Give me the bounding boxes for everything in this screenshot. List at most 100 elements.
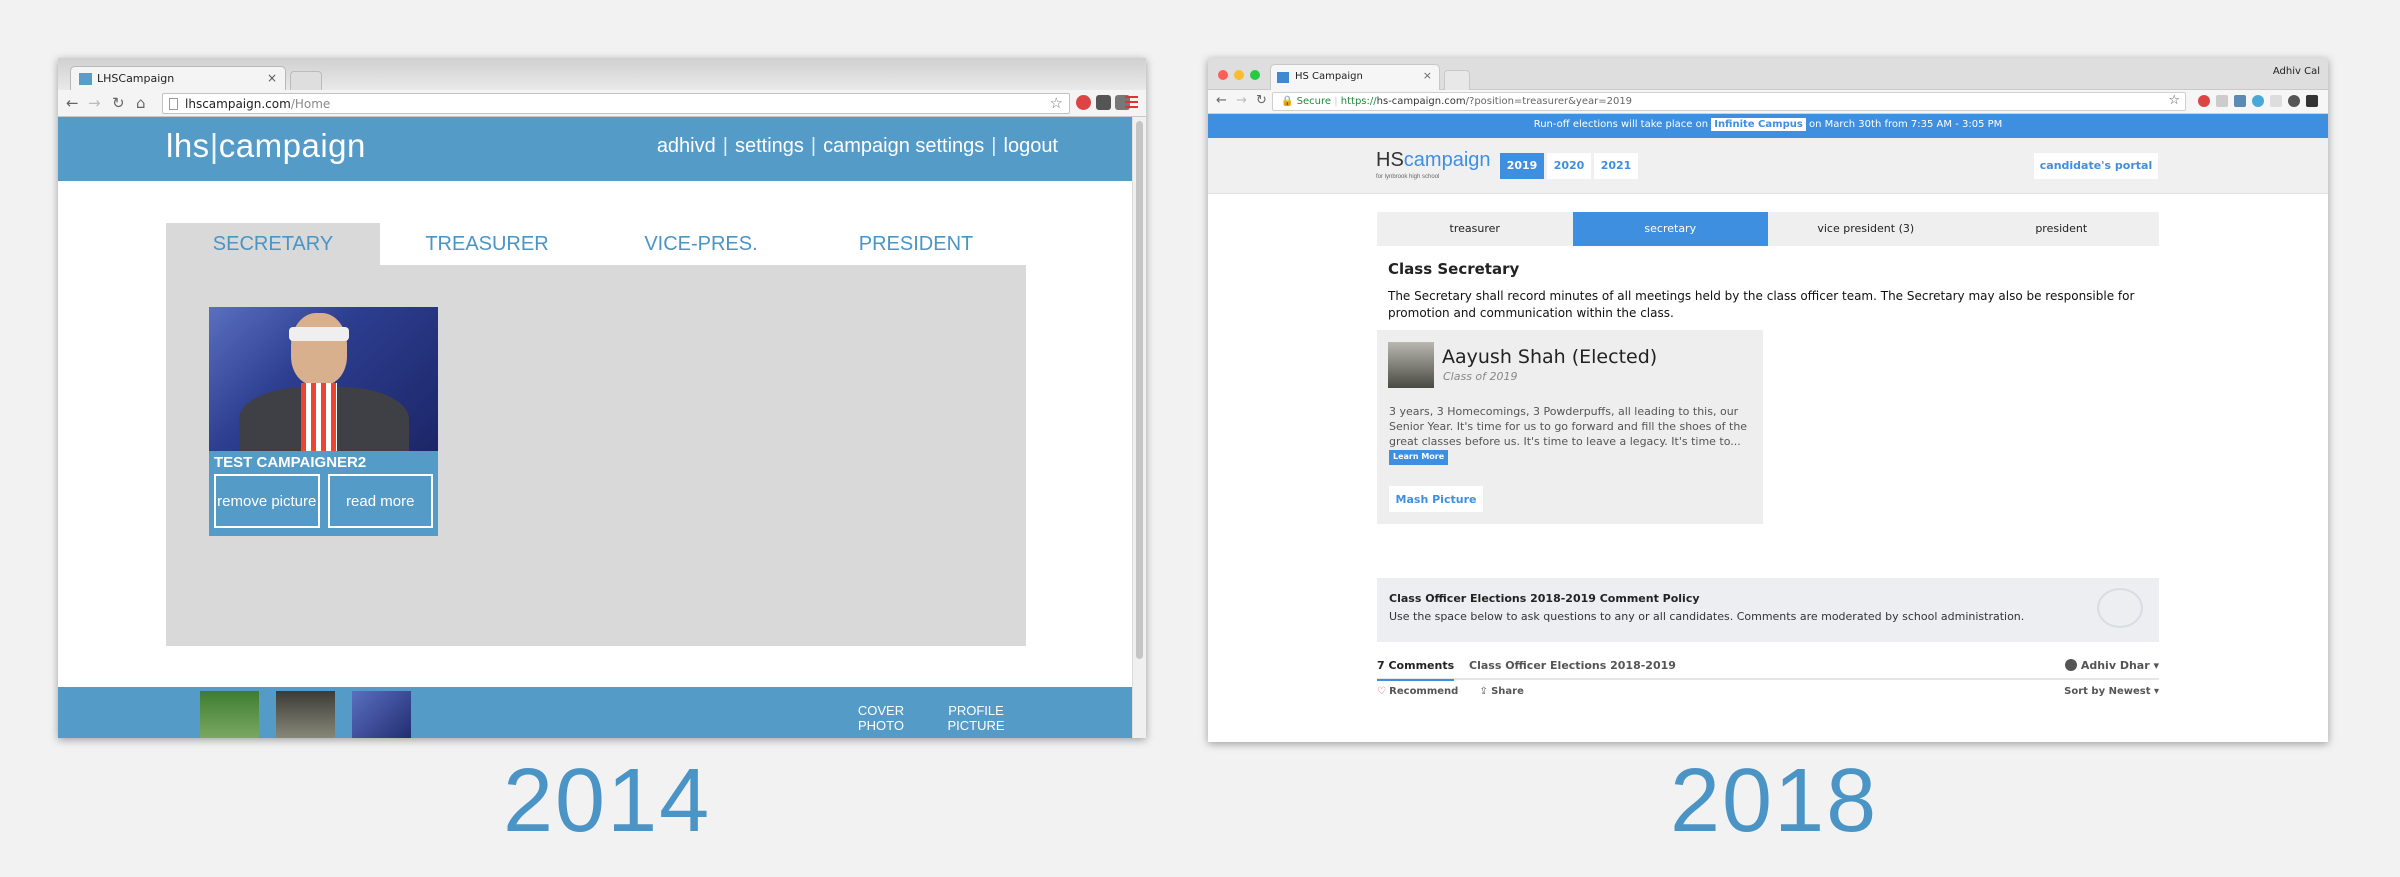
photo-popcorn <box>301 383 337 451</box>
favicon-icon <box>79 73 92 85</box>
site-header: lhs|campaign adhivd | settings | campaign se… <box>58 117 1132 181</box>
position-tabs: SECRETARY TREASURER VICE-PRES. PRESIDENT <box>166 223 1028 265</box>
forward-arrow-icon[interactable]: → <box>88 94 101 112</box>
thumbnail-photo[interactable] <box>200 691 259 738</box>
reload-icon[interactable]: ↻ <box>1256 93 1267 108</box>
extension-icon[interactable] <box>2234 95 2246 107</box>
extension-icon[interactable] <box>2306 95 2318 107</box>
candidate-photo <box>209 307 438 451</box>
browser-toolbar: ← → ↻ ⌂ lhscampaign.com/Home ☆ <box>58 90 1146 117</box>
close-tab-icon[interactable]: × <box>1423 69 1432 82</box>
browser-window-2014: LHSCampaign × ← → ↻ ⌂ lhscampaign.com/Ho… <box>58 58 1146 738</box>
read-more-button[interactable]: read more <box>327 474 433 528</box>
scrollbar-thumb[interactable] <box>1136 121 1143 659</box>
close-window-icon[interactable] <box>1218 70 1228 80</box>
tab-treasurer[interactable]: treasurer <box>1377 212 1573 246</box>
profile-name[interactable]: Adhiv Cal <box>2273 66 2320 77</box>
avatar <box>1388 342 1434 388</box>
nav-user[interactable]: adhivd <box>657 135 716 157</box>
remove-picture-button[interactable]: remove picture <box>214 474 320 528</box>
logo-bar: | <box>209 127 219 164</box>
profile-picture-link[interactable]: PROFILE PICTURE <box>944 703 1008 733</box>
bookmark-star-icon[interactable]: ☆ <box>2168 93 2180 108</box>
year-2021-button[interactable]: 2021 <box>1594 153 1638 179</box>
browser-window-2018: HS Campaign × Adhiv Cal ← → ↻ 🔒 Secure |… <box>1208 58 2328 742</box>
candidates-portal-button[interactable]: candidate's portal <box>2034 153 2158 179</box>
banner-link[interactable]: Infinite Campus <box>1711 118 1806 131</box>
share-button[interactable]: Share <box>1491 686 1524 697</box>
tab-secretary[interactable]: SECRETARY <box>166 223 380 265</box>
policy-text: Use the space below to ask questions to … <box>1389 610 2025 623</box>
logo-campaign: campaign <box>1403 149 1491 171</box>
comment-policy: Class Officer Elections 2018-2019 Commen… <box>1377 578 2159 642</box>
browser-tab-hs-campaign[interactable]: HS Campaign × <box>1270 64 1440 90</box>
logo-campaign: campaign <box>218 127 366 164</box>
forum-tab[interactable]: Class Officer Elections 2018-2019 <box>1469 659 1676 672</box>
minimize-window-icon[interactable] <box>1234 70 1244 80</box>
photo-thumbnails <box>200 691 411 738</box>
maximize-window-icon[interactable] <box>1250 70 1260 80</box>
extension-icon[interactable] <box>2270 95 2282 107</box>
extension-icon[interactable] <box>2252 95 2264 107</box>
extension-icon[interactable] <box>2216 95 2228 107</box>
back-arrow-icon[interactable]: ← <box>1216 93 1227 108</box>
forward-arrow-icon[interactable]: → <box>1236 93 1247 108</box>
favicon-icon <box>1277 72 1289 83</box>
extension-icon[interactable] <box>1076 95 1091 110</box>
tab-treasurer[interactable]: TREASURER <box>380 223 594 265</box>
reload-icon[interactable]: ↻ <box>112 94 125 112</box>
year-2020-button[interactable]: 2020 <box>1547 153 1591 179</box>
nav-settings[interactable]: settings <box>735 135 804 157</box>
comment-user-menu[interactable]: Adhiv Dhar ▾ <box>2064 659 2159 672</box>
tab-secretary[interactable]: secretary <box>1572 212 1768 246</box>
extension-icon[interactable] <box>2198 95 2210 107</box>
extension-icon[interactable] <box>1096 95 1111 110</box>
bookmark-star-icon[interactable]: ☆ <box>1050 94 1063 112</box>
comments-count-tab[interactable]: 7 Comments <box>1377 659 1455 681</box>
nav-campaign-settings[interactable]: campaign settings <box>823 135 984 157</box>
recommend-button[interactable]: Recommend <box>1389 686 1458 697</box>
address-path: /Home <box>290 97 331 111</box>
page-content: lhs|campaign adhivd | settings | campaign se… <box>58 117 1132 738</box>
tab-president[interactable]: PRESIDENT <box>809 223 1023 265</box>
year-2019-button[interactable]: 2019 <box>1500 153 1544 179</box>
role-title: Class Secretary <box>1388 260 1520 278</box>
address-query: /?position=treasurer&year=2019 <box>1465 96 1633 107</box>
cover-photo-link[interactable]: COVER PHOTO <box>856 703 906 733</box>
browser-tab-lhscampaign[interactable]: LHSCampaign × <box>70 66 286 90</box>
new-tab-button[interactable] <box>1444 70 1470 90</box>
back-arrow-icon[interactable]: ← <box>66 94 79 112</box>
new-tab-button[interactable] <box>290 71 322 90</box>
year-selector: 2019 2020 2021 <box>1500 153 1638 179</box>
hamburger-menu-icon[interactable] <box>1125 96 1138 108</box>
tab-vice-president[interactable]: vice president (3) <box>1768 212 1964 246</box>
sort-dropdown[interactable]: Sort by Newest ▾ <box>2064 686 2159 697</box>
nav-logout[interactable]: logout <box>1004 135 1059 157</box>
nav-separator: | <box>991 135 997 157</box>
share-icon[interactable]: ⇪ <box>1480 686 1488 697</box>
thumbnail-photo[interactable] <box>352 691 411 738</box>
site-logo[interactable]: HScampaign for lynbrook high school <box>1376 149 1491 180</box>
tab-president[interactable]: president <box>1963 212 2159 246</box>
photo-face <box>291 313 347 385</box>
address-bar[interactable]: 🔒 Secure | https://hs-campaign.com/?posi… <box>1272 92 2186 111</box>
learn-more-button[interactable]: Learn More <box>1389 450 1449 465</box>
tab-vice-pres[interactable]: VICE-PRES. <box>594 223 808 265</box>
banner-text-after: on March 30th from 7:35 AM - 3:05 PM <box>1809 119 2003 130</box>
mash-picture-button[interactable]: Mash Picture <box>1389 486 1483 512</box>
secure-label: Secure <box>1296 96 1332 107</box>
close-tab-icon[interactable]: × <box>267 71 277 85</box>
heart-icon[interactable]: ♡ <box>1377 686 1386 697</box>
thumbnail-photo[interactable] <box>276 691 335 738</box>
home-icon[interactable]: ⌂ <box>136 94 146 112</box>
sort-label: Sort by Newest <box>2064 686 2151 697</box>
extension-icon[interactable] <box>2288 95 2300 107</box>
page-content: Run-off elections will take place on Inf… <box>1208 114 2328 742</box>
header-nav: adhivd | settings | campaign settings | logout <box>657 135 1058 158</box>
address-bar[interactable]: lhscampaign.com/Home ☆ <box>162 93 1070 114</box>
policy-title: Class Officer Elections 2018-2019 Commen… <box>1389 592 1700 605</box>
nav-separator: | <box>722 135 728 157</box>
site-logo[interactable]: lhs|campaign <box>166 127 366 165</box>
candidate-bio: 3 years, 3 Homecomings, 3 Powderpuffs, a… <box>1389 405 1748 448</box>
scrollbar[interactable] <box>1132 117 1146 738</box>
